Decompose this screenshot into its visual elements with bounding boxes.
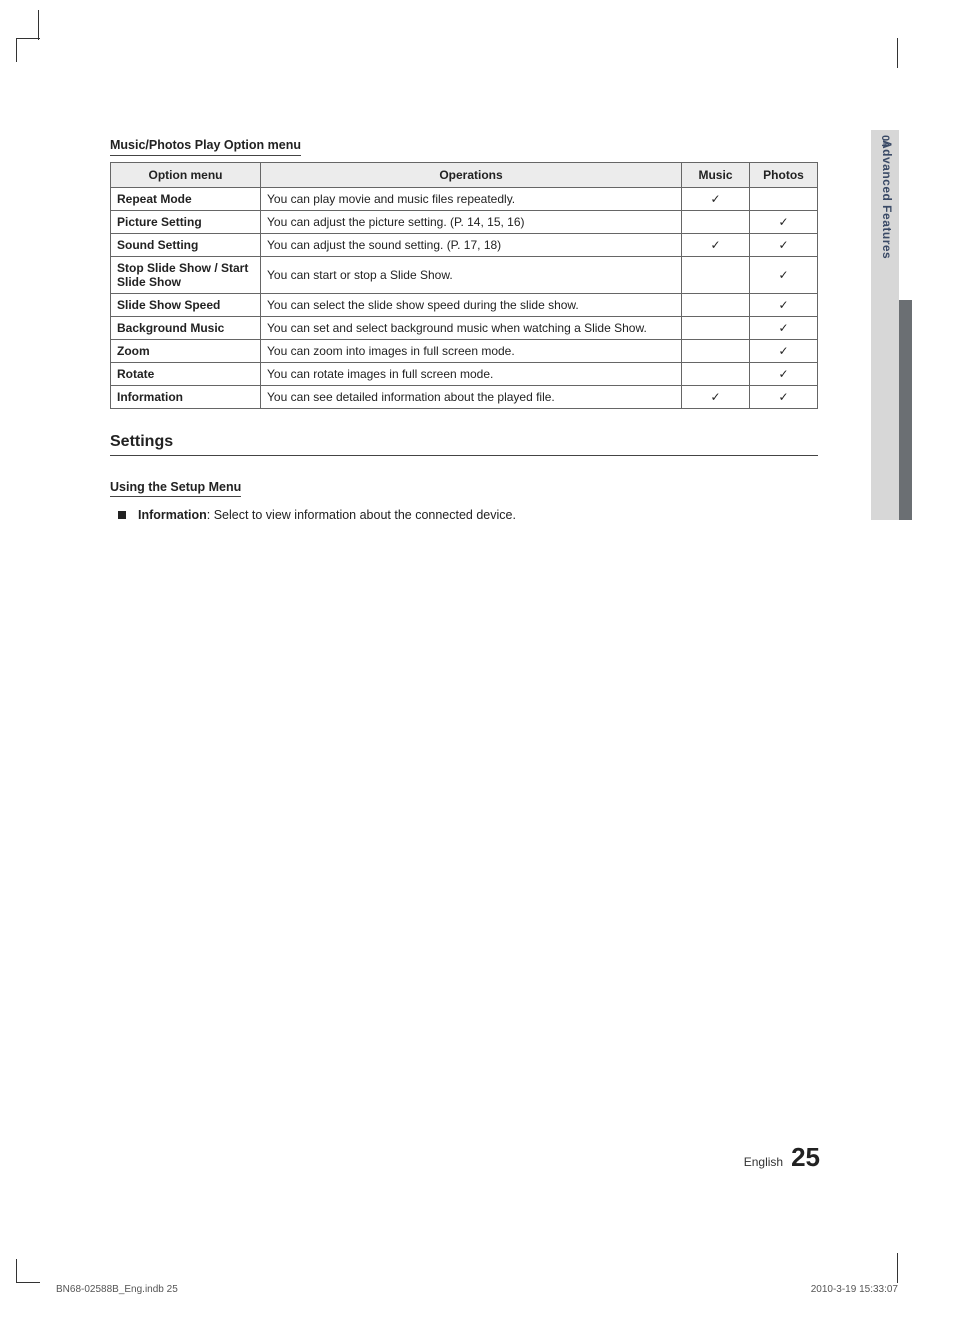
square-bullet-icon [118, 511, 126, 519]
cell-option-name: Zoom [111, 340, 261, 363]
crop-mark-tl-tick [38, 10, 39, 40]
cell-option-name: Picture Setting [111, 211, 261, 234]
cell-operation: You can set and select background music … [261, 317, 682, 340]
cell-option-name: Information [111, 386, 261, 409]
cell-photos-check [750, 188, 818, 211]
cell-operation: You can see detailed information about t… [261, 386, 682, 409]
crop-mark-bl [16, 1259, 40, 1283]
cell-option-name: Slide Show Speed [111, 294, 261, 317]
cell-photos-check: ✓ [750, 211, 818, 234]
footer-right: 2010-3-19 15:33:07 [811, 1284, 898, 1295]
table-row: Stop Slide Show / Start Slide ShowYou ca… [111, 257, 818, 294]
cell-music-check: ✓ [682, 188, 750, 211]
cell-music-check [682, 317, 750, 340]
cell-operation: You can adjust the sound setting. (P. 17… [261, 234, 682, 257]
cell-music-check [682, 340, 750, 363]
page-content: Music/Photos Play Option menu Option men… [110, 136, 818, 525]
cell-photos-check: ✓ [750, 386, 818, 409]
table-header-row: Option menu Operations Music Photos [111, 163, 818, 188]
cell-music-check [682, 257, 750, 294]
crop-mark-tr [897, 38, 898, 68]
table-row: Sound SettingYou can adjust the sound se… [111, 234, 818, 257]
cell-music-check: ✓ [682, 386, 750, 409]
table-row: RotateYou can rotate images in full scre… [111, 363, 818, 386]
settings-heading: Settings [110, 433, 818, 456]
cell-music-check [682, 211, 750, 234]
page-number: 25 [791, 1142, 820, 1173]
page-number-wrap: English 25 [744, 1142, 820, 1173]
th-operations: Operations [261, 163, 682, 188]
cell-photos-check: ✓ [750, 340, 818, 363]
table-row: Background MusicYou can set and select b… [111, 317, 818, 340]
table-row: Slide Show SpeedYou can select the slide… [111, 294, 818, 317]
th-music: Music [682, 163, 750, 188]
side-tab-label: Advanced Features [876, 140, 894, 259]
footer-left: BN68-02588B_Eng.indb 25 [56, 1284, 178, 1295]
cell-photos-check: ✓ [750, 294, 818, 317]
cell-option-name: Stop Slide Show / Start Slide Show [111, 257, 261, 294]
cell-operation: You can rotate images in full screen mod… [261, 363, 682, 386]
side-tab-dark [899, 300, 912, 520]
cell-music-check: ✓ [682, 234, 750, 257]
cell-option-name: Repeat Mode [111, 188, 261, 211]
table-row: ZoomYou can zoom into images in full scr… [111, 340, 818, 363]
bullet-text: Information: Select to view information … [138, 507, 516, 525]
footer: BN68-02588B_Eng.indb 25 2010-3-19 15:33:… [56, 1284, 898, 1295]
bullet-row: Information: Select to view information … [110, 507, 818, 525]
cell-photos-check: ✓ [750, 363, 818, 386]
cell-operation: You can zoom into images in full screen … [261, 340, 682, 363]
page-lang: English [744, 1155, 783, 1169]
bullet-bold: Information [138, 508, 207, 522]
crop-mark-br [897, 1253, 898, 1283]
cell-operation: You can start or stop a Slide Show. [261, 257, 682, 294]
cell-photos-check: ✓ [750, 317, 818, 340]
cell-operation: You can play movie and music files repea… [261, 188, 682, 211]
bullet-rest: : Select to view information about the c… [207, 508, 516, 522]
cell-music-check [682, 294, 750, 317]
table-row: Picture SettingYou can adjust the pictur… [111, 211, 818, 234]
cell-option-name: Rotate [111, 363, 261, 386]
section-title: Music/Photos Play Option menu [110, 138, 301, 156]
th-photos: Photos [750, 163, 818, 188]
sub-heading: Using the Setup Menu [110, 480, 241, 497]
cell-music-check [682, 363, 750, 386]
th-option: Option menu [111, 163, 261, 188]
table-row: InformationYou can see detailed informat… [111, 386, 818, 409]
cell-operation: You can adjust the picture setting. (P. … [261, 211, 682, 234]
table-row: Repeat ModeYou can play movie and music … [111, 188, 818, 211]
cell-photos-check: ✓ [750, 257, 818, 294]
crop-mark-tl [16, 38, 40, 62]
cell-option-name: Background Music [111, 317, 261, 340]
cell-option-name: Sound Setting [111, 234, 261, 257]
cell-photos-check: ✓ [750, 234, 818, 257]
cell-operation: You can select the slide show speed duri… [261, 294, 682, 317]
option-table: Option menu Operations Music Photos Repe… [110, 162, 818, 409]
